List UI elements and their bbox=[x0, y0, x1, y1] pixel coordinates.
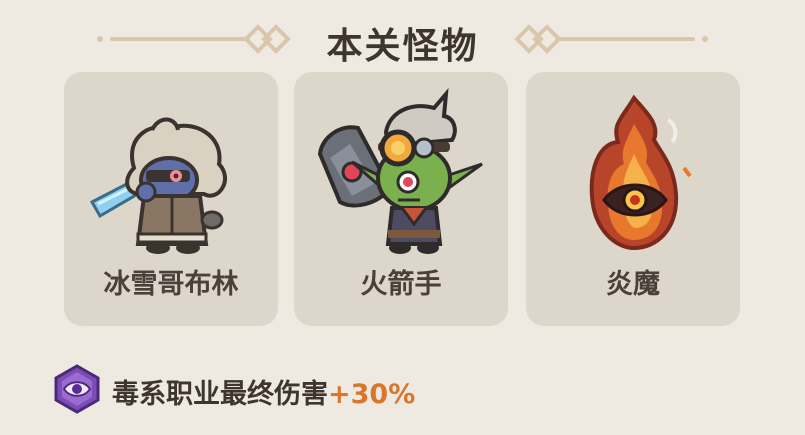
bonus-label: 毒系职业最终伤害 bbox=[112, 379, 328, 410]
bonus-text: 毒系职业最终伤害+30% bbox=[112, 372, 415, 411]
title-ornament-right bbox=[514, 24, 708, 54]
ice-goblin-icon bbox=[89, 117, 227, 254]
monster-name: 炎魔 bbox=[606, 269, 660, 300]
monster-name: 火箭手 bbox=[360, 269, 442, 300]
monster-card-ice-goblin[interactable]: 冰雪哥布林 bbox=[64, 72, 278, 326]
monster-card-flame-demon[interactable]: 炎魔 bbox=[526, 72, 740, 326]
monster-name: 冰雪哥布林 bbox=[103, 269, 239, 300]
bonus-value: +30% bbox=[328, 379, 416, 410]
flame-demon-icon bbox=[589, 94, 692, 251]
poison-eye-badge-icon bbox=[54, 364, 100, 414]
section-header: 本关怪物 bbox=[0, 0, 805, 70]
monster-card-rocketeer[interactable]: 火箭手 bbox=[294, 72, 508, 326]
goblin-rocketeer-icon bbox=[317, 87, 483, 254]
monster-list: 冰雪哥布林 火箭手 炎魔 bbox=[64, 72, 741, 326]
